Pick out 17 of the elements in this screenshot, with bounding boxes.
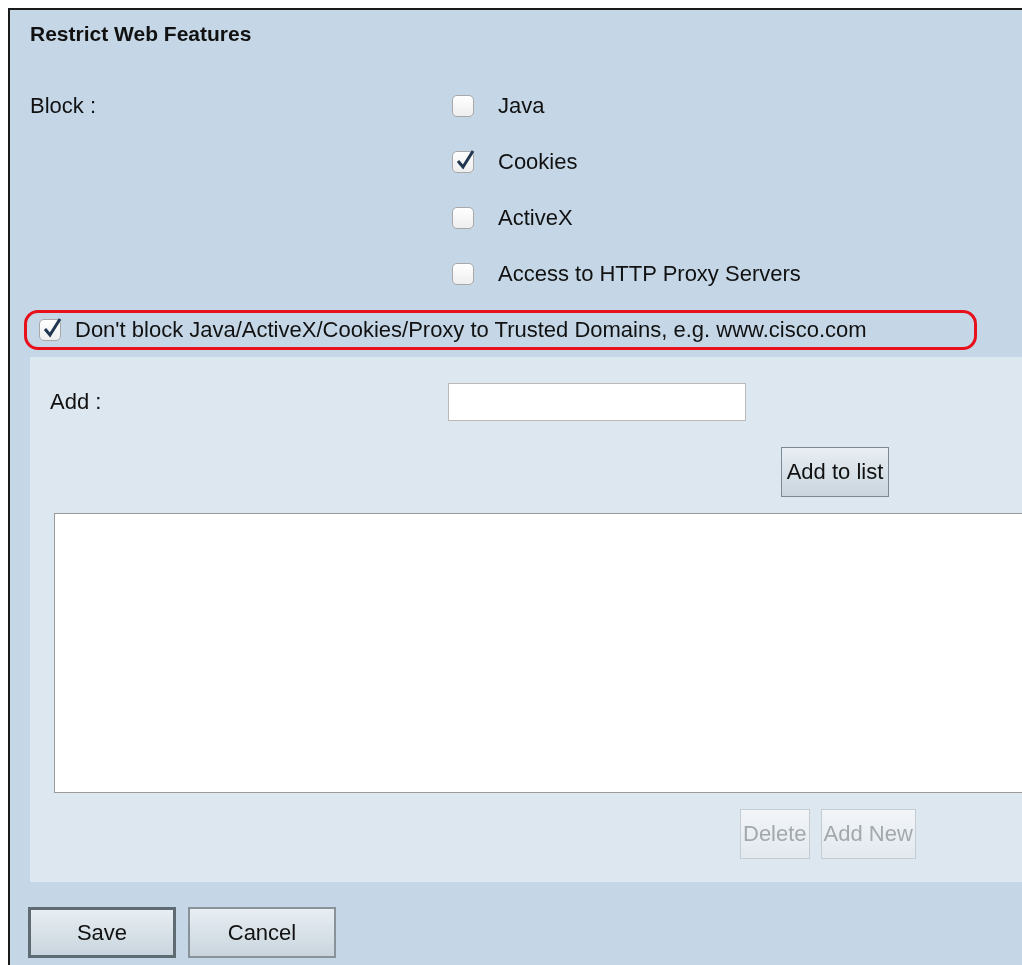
block-label: Block :	[30, 92, 98, 120]
checkbox[interactable]	[39, 319, 61, 341]
checkbox[interactable]	[452, 151, 474, 173]
checkbox-label: Java	[498, 93, 545, 119]
cancel-button[interactable]: Cancel	[188, 907, 336, 958]
checkbox-label: ActiveX	[498, 205, 573, 231]
save-button[interactable]: Save	[28, 907, 176, 958]
add-to-list-button[interactable]: Add to list	[781, 447, 889, 497]
domain-input-field[interactable]	[448, 383, 746, 421]
section-title: Restrict Web Features	[29, 21, 253, 47]
checkbox-label: Don't block Java/ActiveX/Cookies/Proxy to Trusted Domains, e.g. www.cisco.com	[75, 317, 867, 343]
checkbox[interactable]	[452, 207, 474, 229]
checkbox[interactable]	[452, 263, 474, 285]
checkbox-label: Access to HTTP Proxy Servers	[498, 261, 801, 287]
add-label: Add :	[50, 389, 103, 415]
checkbox[interactable]	[452, 95, 474, 117]
checkbox-label: Cookies	[498, 149, 578, 175]
